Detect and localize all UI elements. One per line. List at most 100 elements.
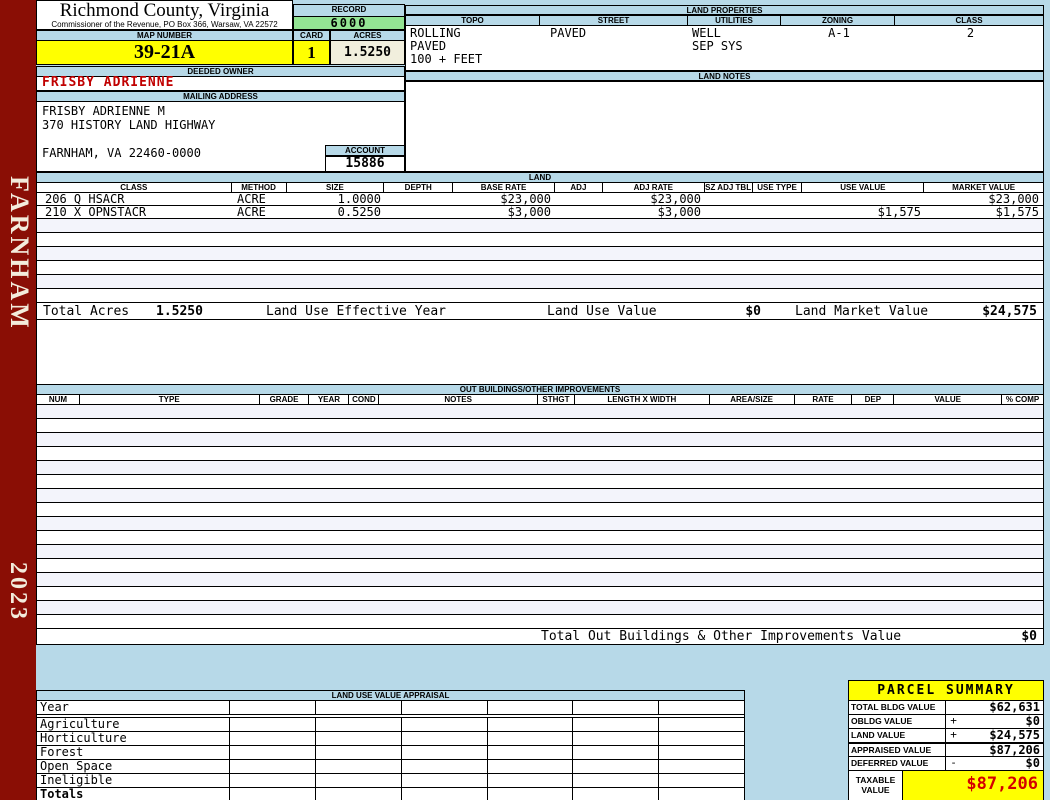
empty-row [37,275,1043,289]
summary-row: APPRAISED VALUE $87,206 [849,743,1043,757]
cell-market-value: $1,575 [995,205,1039,219]
map-number-value: 39-21A [36,40,293,65]
row-value: $0 [1025,756,1040,770]
land-properties-header: LAND PROPERTIES [405,5,1044,15]
row-value: $87,206 [989,743,1040,757]
col-value: VALUE [894,395,1003,404]
empty-row [37,615,1043,629]
row-op [946,744,961,756]
effective-year-label: Land Use Effective Year [266,304,447,319]
col-size: SIZE [287,183,385,192]
empty-row [37,601,1043,615]
empty-row [37,247,1043,261]
row-op: + [950,714,957,727]
col-use-value: USE VALUE [802,183,925,192]
row-label: TOTAL BLDG VALUE [849,701,946,714]
empty-row [37,419,1043,433]
land-market-value-label: Land Market Value [795,304,929,319]
col-year: YEAR [309,395,350,404]
cell-class: 210 X OPNSTACR [45,205,147,219]
col-base-rate: BASE RATE [453,183,555,192]
cell-size: 0.5250 [337,205,381,219]
out-buildings-column-headers: NUM TYPE GRADE YEAR COND NOTES STHGT LEN… [37,395,1043,405]
empty-row [37,489,1043,503]
blank-area [36,320,1044,384]
col-adj: ADJ [555,183,603,192]
row-label: DEFERRED VALUE [849,757,946,770]
taxable-value: $87,206 [903,771,1043,800]
total-acres-label: Total Acres [43,304,130,319]
col-dep: DEP [852,395,895,404]
zoning-value: A-1 [828,26,850,40]
empty-row [37,545,1043,559]
col-depth: DEPTH [384,183,454,192]
col-cond: COND [349,395,380,404]
empty-row [37,559,1043,573]
appraisal-header: LAND USE VALUE APPRAISAL [37,691,744,701]
empty-row [37,219,1043,233]
appraisal-row-agriculture: Agriculture [37,718,744,732]
empty-row [37,405,1043,419]
out-buildings-total-value: $0 [1021,629,1037,644]
row-value: $0 [1025,714,1040,728]
col-use-type: USE TYPE [753,183,803,192]
col-type: TYPE [80,395,260,404]
empty-row [37,503,1043,517]
row-op: - [950,756,957,769]
address-line: FRISBY ADRIENNE M [42,104,165,118]
cell-adj-rate: $3,000 [657,205,701,219]
utilities-value-2: SEP SYS [692,39,743,53]
empty-row [37,517,1043,531]
street-column-header: STREET [540,15,688,26]
out-buildings-total-row: Total Out Buildings & Other Improvements… [37,629,1043,646]
land-use-value: $0 [745,304,761,319]
land-totals-row: Total Acres 1.5250 Land Use Effective Ye… [37,303,1043,321]
row-op: + [950,728,957,741]
taxable-value-row: TAXABLE VALUE $87,206 [849,771,1043,800]
taxable-value-label: TAXABLE VALUE [849,771,903,800]
col-method: METHOD [232,183,287,192]
account-header: ACCOUNT [325,145,405,156]
row-value: $24,575 [989,728,1040,742]
land-market-value: $24,575 [982,304,1037,319]
row-value: $62,631 [989,700,1040,714]
summary-row: OBLDG VALUE + $0 [849,715,1043,729]
summary-row: DEFERRED VALUE - $0 [849,757,1043,771]
col-pct-comp: % COMP [1005,395,1040,404]
zoning-column-header: ZONING [781,15,895,26]
col-grade: GRADE [260,395,310,404]
col-num: NUM [37,395,80,404]
empty-row [37,261,1043,275]
appraisal-row-open-space: Open Space [37,760,744,774]
land-section-header: LAND [37,173,1043,183]
property-record-card: FARNHAM 2023 Richmond County, Virginia C… [0,0,1050,800]
cell-class: 206 Q HSACR [45,192,125,206]
col-sz-adj-tbl: SZ ADJ TBL [705,183,753,192]
class-column-header: CLASS [895,15,1044,26]
street-value: PAVED [550,26,587,40]
row-label: APPRAISED VALUE [849,744,946,756]
mailing-address-header: MAILING ADDRESS [36,91,405,102]
empty-row [37,461,1043,475]
topo-value-3: 100 + FEET [410,52,483,66]
cell-size: 1.0000 [337,192,381,206]
title-box: Richmond County, Virginia Commissioner o… [36,0,293,30]
appraisal-row-year: Year [37,701,744,715]
deeded-owner-value: FRISBY ADRIENNE [36,76,405,91]
col-length-width: LENGTH X WIDTH [575,395,710,404]
col-rate: RATE [795,395,853,404]
land-row: 210 X OPNSTACR ACRE 0.5250 $3,000 $3,000… [37,206,1043,219]
summary-row: TOTAL BLDG VALUE $62,631 [849,701,1043,715]
cell-adj-rate: $23,000 [650,192,701,206]
address-line: 370 HISTORY LAND HIGHWAY [42,118,216,132]
land-table: LAND CLASS METHOD SIZE DEPTH BASE RATE A… [36,172,1044,320]
account-value: 15886 [325,156,405,172]
utilities-column-header: UTILITIES [688,15,781,26]
appraisal-row-ineligible: Ineligible [37,774,744,788]
empty-row [37,433,1043,447]
col-notes: NOTES [379,395,539,404]
col-class: CLASS [37,183,232,192]
col-market-value: MARKET VALUE [952,183,1016,192]
total-acres-value: 1.5250 [156,304,203,319]
empty-row [37,289,1043,303]
